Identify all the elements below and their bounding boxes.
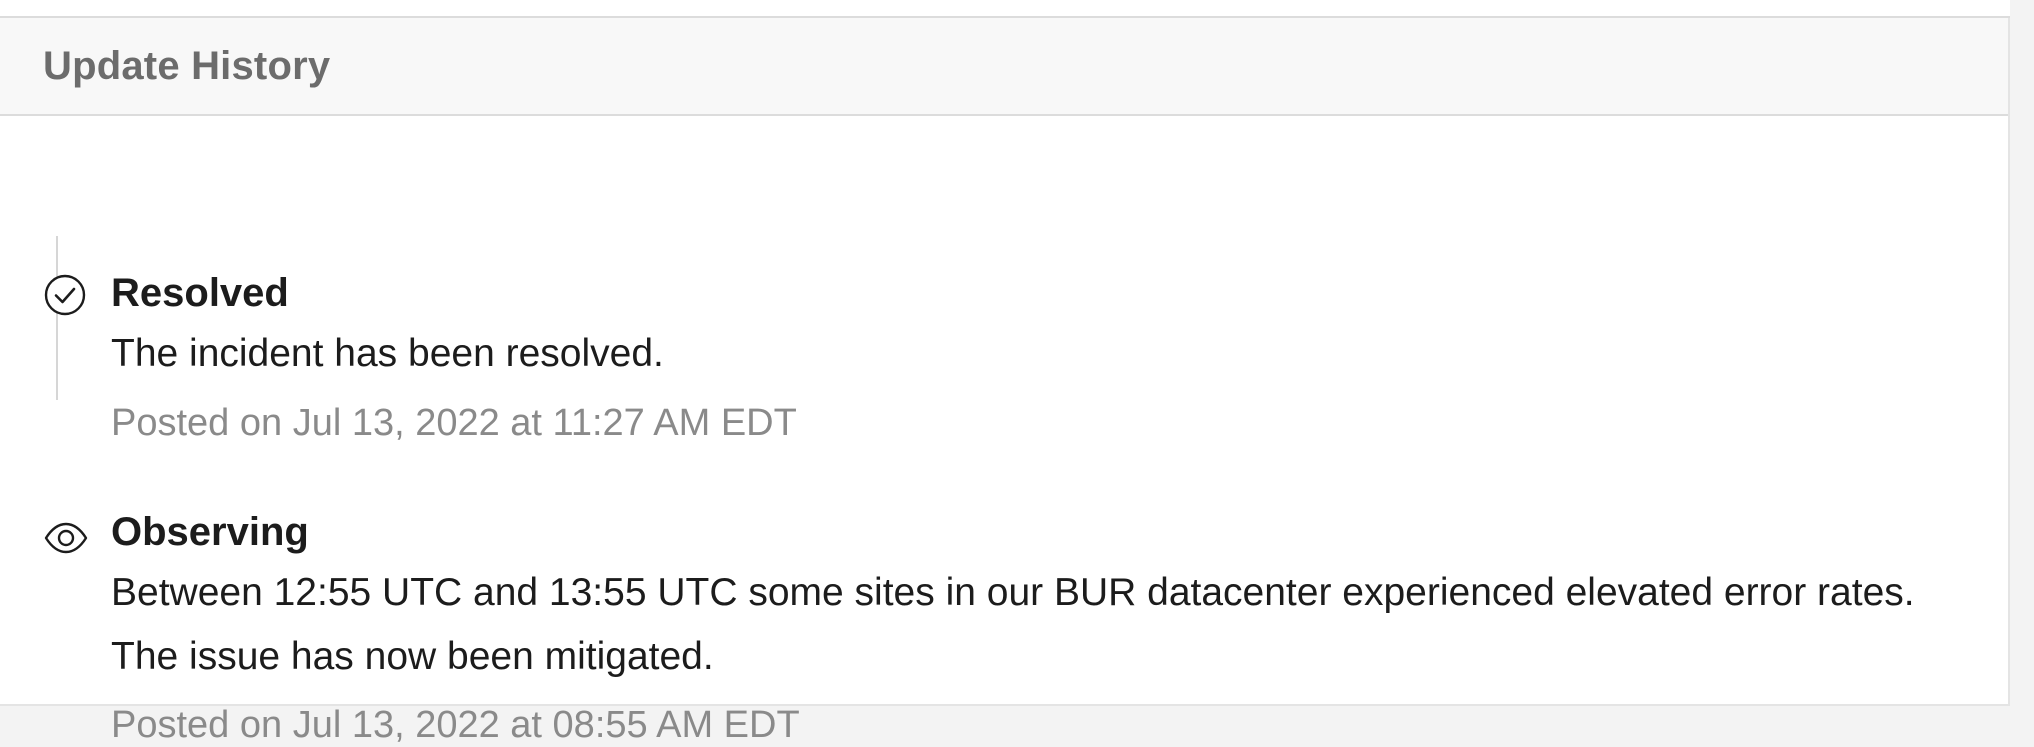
panel-title: Update History	[43, 44, 331, 88]
update-timestamp: Posted on Jul 13, 2022 at 08:55 AM EDT	[111, 704, 800, 746]
top-divider	[0, 0, 2010, 18]
update-timestamp: Posted on Jul 13, 2022 at 11:27 AM EDT	[111, 402, 797, 444]
update-status: Resolved	[111, 271, 289, 315]
update-status: Observing	[111, 510, 309, 554]
update-message: The incident has been resolved.	[111, 332, 664, 375]
update-message: Between 12:55 UTC and 13:55 UTC some sit…	[111, 571, 1936, 678]
update-history-panel: Update History Resolved The incident has…	[0, 18, 2010, 746]
check-circle-icon	[44, 274, 86, 316]
eye-icon	[44, 522, 88, 554]
timeline-connector	[56, 236, 58, 400]
panel-header: Update History	[0, 18, 2008, 116]
